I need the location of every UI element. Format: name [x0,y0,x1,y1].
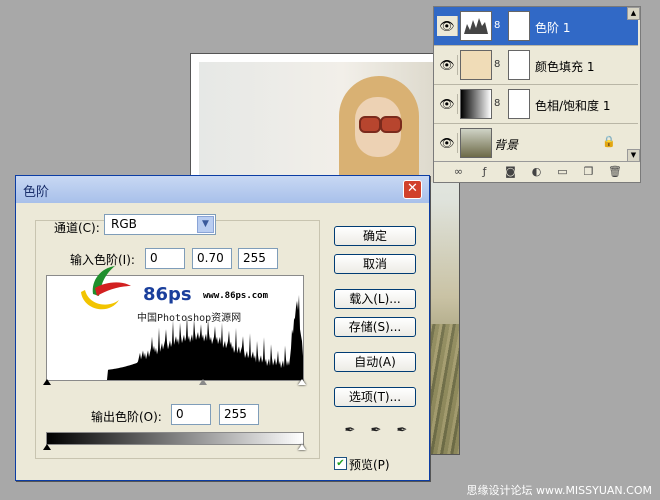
input-black-value: 0 [150,251,158,265]
layer-name: 色阶 1 [535,21,571,35]
scroll-up-button[interactable]: ▲ [627,7,640,20]
eye-icon[interactable]: 👁 [437,16,458,36]
background-thumbnail [460,128,492,158]
color-fill-swatch [460,50,492,80]
new-group-icon[interactable]: ▭ [556,165,569,178]
output-black-slider[interactable] [43,444,51,450]
input-gamma-slider[interactable] [199,379,207,385]
hue-saturation-icon [460,89,492,119]
input-white-slider[interactable] [298,379,306,385]
layer-mask-thumbnail[interactable] [508,50,530,80]
channel-label: 通道(C): [54,221,100,235]
gray-eyedropper-icon[interactable]: ✒ [367,422,385,440]
black-eyedropper-icon[interactable]: ✒ [341,422,359,440]
dialog-titlebar[interactable]: 色阶 ✕ [16,176,429,203]
channel-select[interactable]: RGB ▼ [104,214,216,235]
eye-icon[interactable]: 👁 [437,133,458,153]
save-button[interactable]: 存储(S)... [334,317,416,337]
lock-icon: 🔒 [602,135,616,148]
layer-levels[interactable]: 👁 8 色阶 1 [434,7,638,46]
trash-icon[interactable]: 🗑 [608,165,622,178]
input-gamma-field[interactable]: 0.70 [192,248,232,269]
link-layers-icon[interactable]: ∞ [452,165,465,178]
channel-value: RGB [111,217,137,231]
ok-button[interactable]: 确定 [334,226,416,246]
watermark-logo [81,266,131,310]
output-gradient [46,432,304,445]
chevron-down-icon[interactable]: ▼ [197,216,214,233]
preview-label: 预览(P) [349,458,390,472]
cancel-button[interactable]: 取消 [334,254,416,274]
close-icon[interactable]: ✕ [403,180,422,199]
layer-hue-saturation[interactable]: 👁 8 色相/饱和度 1 [434,85,638,124]
options-button[interactable]: 选项(T)... [334,387,416,407]
layers-toolbar: ∞ ƒ ◙ ◐ ▭ ❐ 🗑 [434,161,638,182]
layer-style-icon[interactable]: ƒ [478,165,491,178]
new-layer-icon[interactable]: ❐ [582,165,595,178]
output-black-value: 0 [176,407,184,421]
layer-mask-thumbnail[interactable] [508,11,530,41]
output-white-value: 255 [224,407,247,421]
layer-color-fill[interactable]: 👁 8 颜色填充 1 [434,46,638,85]
output-white-slider[interactable] [298,444,306,450]
layer-name: 色相/饱和度 1 [535,99,611,113]
layers-panel: 👁 8 色阶 1 👁 8 颜色填充 1 👁 8 色相/饱和度 1 👁 背景 🔒 … [433,6,641,183]
sunglasses-right [380,116,402,133]
watermark-number: 86ps [143,284,192,305]
eye-icon[interactable]: 👁 [437,55,458,75]
layer-name: 颜色填充 1 [535,60,595,74]
watermark-url: www.86ps.com [203,291,269,301]
link-icon[interactable]: 8 [494,59,500,70]
input-white-value: 255 [243,251,266,265]
input-black-slider[interactable] [43,379,51,385]
levels-adjustment-icon [460,11,492,41]
white-eyedropper-icon[interactable]: ✒ [393,422,411,440]
input-gamma-value: 0.70 [197,251,224,265]
input-white-field[interactable]: 255 [238,248,278,269]
link-icon[interactable]: 8 [494,98,500,109]
output-black-field[interactable]: 0 [171,404,211,425]
photo-sky [199,62,459,182]
output-levels-label: 输出色阶(O): [91,410,162,424]
layer-name: 背景 [494,138,519,152]
adjustment-layer-icon[interactable]: ◐ [530,165,543,178]
dialog-title: 色阶 [23,185,50,200]
auto-button[interactable]: 自动(A) [334,352,416,372]
layer-background[interactable]: 👁 背景 🔒 [434,124,638,163]
link-icon[interactable]: 8 [494,20,500,31]
watermark-text: 中国Photoshop资源网 [137,313,242,324]
sunglasses-left [359,116,381,133]
levels-dialog: 色阶 ✕ 通道(C): RGB ▼ 输入色阶(I): 0 0.70 255 输出… [15,175,430,481]
input-black-field[interactable]: 0 [145,248,185,269]
eye-icon[interactable]: 👁 [437,94,458,114]
layer-mask-thumbnail[interactable] [508,89,530,119]
add-mask-icon[interactable]: ◙ [504,165,517,178]
preview-checkbox[interactable]: ✔ [334,457,347,470]
footer-watermark: 思缘设计论坛 www.MISSYUAN.COM [466,484,652,497]
output-white-field[interactable]: 255 [219,404,259,425]
load-button[interactable]: 载入(L)... [334,289,416,309]
